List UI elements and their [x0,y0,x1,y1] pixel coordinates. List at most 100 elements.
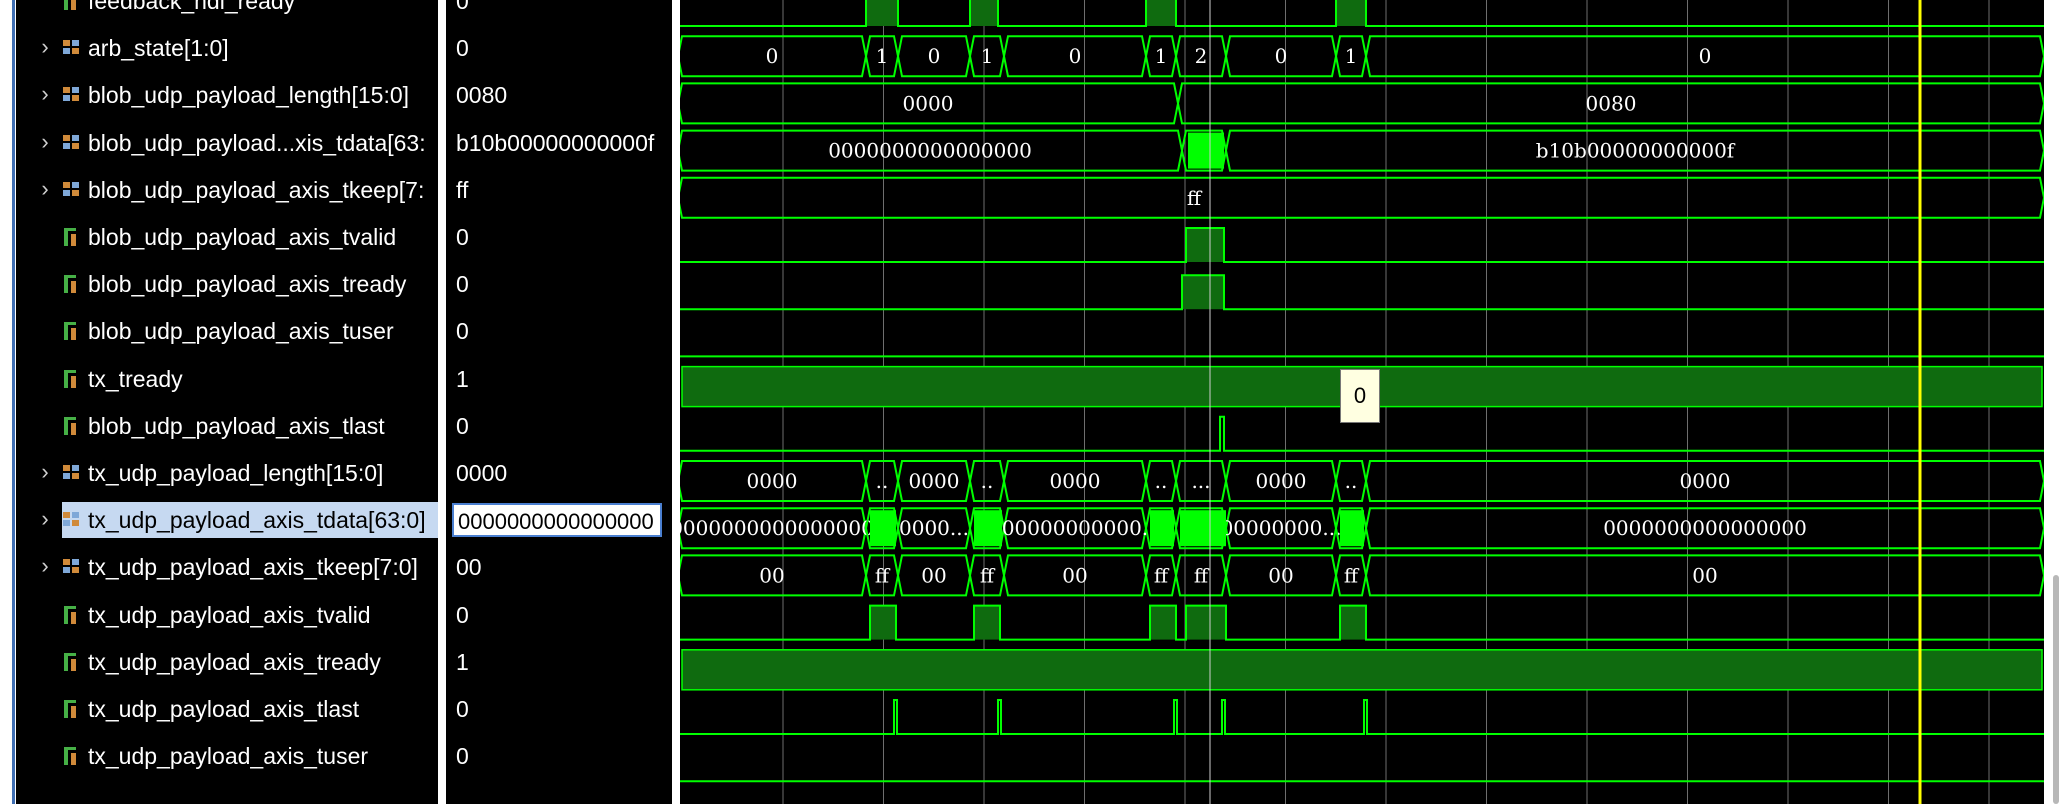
value-row: 0 [446,0,672,21]
signal-name: blob_udp_payload_axis_tuser [88,318,394,345]
signal-value: 0 [456,0,469,14]
signal-row[interactable]: blob_udp_payload_axis_tlast [16,406,438,446]
bus-value-label: 00000000... [1221,516,1342,540]
value-row: 0000000000000000 [446,500,672,540]
signal-values-pane[interactable]: 0 0 0080 b10b00000000000f ff 0 0 0 1 0 0000 0000000… [446,0,672,804]
pane-splitter-values[interactable] [672,0,680,804]
bus-value-label: .. [1345,469,1358,493]
signal-row[interactable]: tx_udp_payload_axis_tvalid [16,595,438,635]
dense-transition-block [1180,510,1226,547]
bus-signal-icon [62,179,80,201]
signal-value: 0 [456,601,469,628]
bus-value-label: 0000 [1050,469,1101,493]
bus-value-label: 000000000000... [989,516,1161,540]
bit-waveform [680,227,2044,263]
bus-value-label: 1 [876,44,889,68]
window-left-border [0,0,16,804]
signal-name: tx_udp_payload_axis_tkeep[7:0] [88,554,418,581]
signal-value: 0000 [456,460,508,486]
bus-value-label: ff [1187,186,1203,210]
signal-row[interactable]: › tx_udp_payload_length[15:0] [16,453,438,493]
high-level-band [681,649,2043,691]
bus-value-label: 0 [1275,44,1288,68]
bus-value-label: .. [876,469,889,493]
value-row: ff [446,170,672,210]
dense-transition-block [1340,510,1364,547]
dense-transition-block [870,510,896,547]
bit-signal-icon [62,415,80,437]
bus-value-label: 0080 [1586,91,1637,115]
high-pulse-fill [1340,605,1366,640]
bit-signal-icon [62,0,80,12]
bus-value-label: 0 [1069,44,1082,68]
chevron-right-icon[interactable]: › [36,177,54,202]
high-pulse-fill [866,0,898,26]
signal-value: 0 [456,271,469,298]
bus-signal-icon [62,509,80,531]
bus-value-label: ff [1194,563,1210,587]
signal-name: tx_tready [88,365,183,392]
scrollbar-thumb[interactable] [2053,575,2059,804]
value-row: 0 [446,217,672,257]
signal-row[interactable]: › blob_udp_payload...xis_tdata[63: [16,123,438,163]
selected-value-field[interactable]: 0000000000000000 [452,503,662,538]
signal-value: 0 [456,743,469,770]
bus-value-label: 0000 [1680,469,1731,493]
signal-name: blob_udp_payload_axis_tready [88,271,407,298]
chevron-right-icon[interactable]: › [36,508,54,532]
bus-value-label: 00 [1062,563,1087,587]
bus-value-label: 00 [921,563,946,587]
signal-names-pane[interactable]: feedback_ndi_ready › arb_state[1:0] › blob_u… [16,0,438,804]
high-pulse-fill [1186,605,1226,640]
signal-row[interactable]: tx_tready [16,359,438,399]
bus-value-label: 0000 [1256,469,1307,493]
bit-waveform [680,699,2044,735]
bus-value-label: 0 [928,44,941,68]
dense-transition-block [1150,510,1174,547]
signal-value: 0080 [456,82,508,109]
signal-row[interactable]: tx_udp_payload_axis_tlast [16,689,438,729]
signal-row[interactable]: tx_udp_payload_axis_tready [16,642,438,682]
signal-row[interactable]: feedback_ndi_ready [16,0,438,21]
bus-signal-icon [62,84,80,106]
bus-signal-icon [62,556,80,578]
chevron-right-icon[interactable]: › [36,555,54,579]
chevron-right-icon[interactable]: › [36,83,54,107]
signal-row[interactable]: › tx_udp_payload_axis_tkeep[7:0] [16,547,438,587]
value-row: 00 [446,547,672,587]
bit-signal-icon [62,320,80,342]
signal-value: 0 [456,224,469,250]
signal-value: 0 [456,35,469,62]
signal-name: blob_udp_payload_axis_tkeep[7: [88,176,425,203]
signal-name: tx_udp_payload_axis_tuser [88,743,369,770]
bus-value-label: .. [981,469,994,493]
bus-value-label: ff [980,563,996,587]
tooltip-value: 0 [1353,383,1367,408]
signal-row[interactable]: › tx_udp_payload_axis_tdata[63:0] [16,500,438,540]
signal-name: tx_udp_payload_axis_tvalid [88,601,371,628]
pane-splitter-names[interactable] [438,0,446,804]
value-row: 0 [446,311,672,351]
signal-row[interactable]: › blob_udp_payload_axis_tkeep[7: [16,170,438,210]
signal-value: 1 [456,365,469,392]
bus-value-label: 00 [1268,563,1293,587]
signal-row[interactable]: blob_udp_payload_axis_tready [16,264,438,304]
bus-value-label: 1 [1345,44,1358,68]
bus-value-label: ff [875,563,891,587]
chevron-right-icon[interactable]: › [36,130,54,155]
high-pulse-fill [870,605,896,640]
high-pulse-fill [1150,605,1176,640]
dense-transition-block [974,510,1002,547]
signal-row[interactable]: blob_udp_payload_axis_tuser [16,311,438,351]
chevron-right-icon[interactable]: › [36,461,54,485]
signal-row[interactable]: tx_udp_payload_axis_tuser [16,736,438,776]
bus-value-label: 0000000000000000 [828,139,1032,163]
bit-waveform [680,274,2044,311]
signal-row[interactable]: › arb_state[1:0] [16,28,438,68]
signal-row[interactable]: blob_udp_payload_axis_tvalid [16,217,438,257]
value-row: b10b00000000000f [446,123,672,163]
value-row: 0 [446,406,672,446]
signal-row[interactable]: › blob_udp_payload_length[15:0] [16,75,438,115]
chevron-right-icon[interactable]: › [36,36,54,60]
vertical-scrollbar[interactable] [2044,0,2064,804]
